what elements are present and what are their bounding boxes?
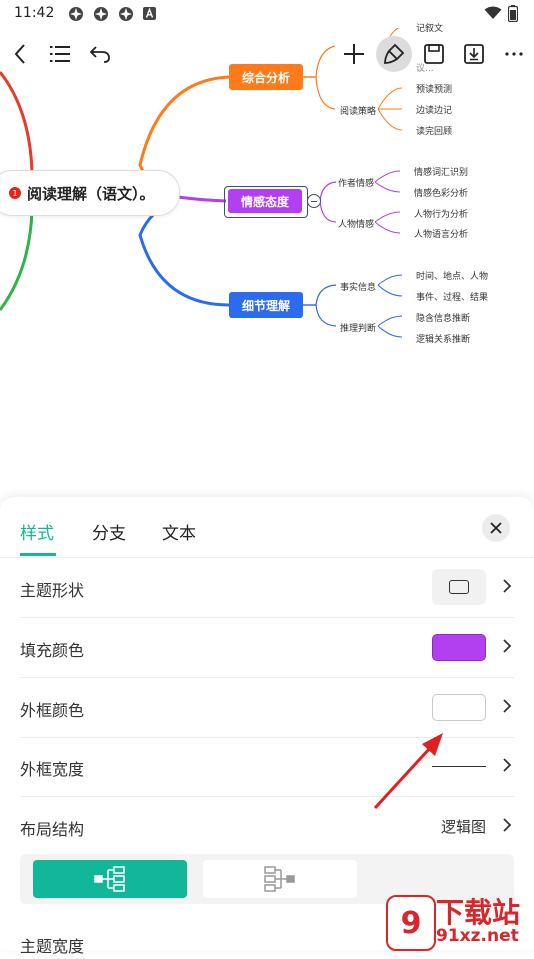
chevron-right-icon (503, 579, 512, 593)
layout-row[interactable]: 布局结构 逻辑图 (20, 797, 514, 856)
save-button[interactable] (416, 36, 452, 72)
rect-shape-icon (449, 580, 469, 594)
back-button[interactable] (2, 36, 38, 72)
wifi-icon (484, 6, 502, 19)
paint-brush-icon (384, 43, 405, 64)
undo-button[interactable] (82, 36, 118, 72)
subtopic-label[interactable]: 事实信息 (340, 280, 376, 293)
outline-button[interactable] (42, 36, 78, 72)
chevron-right-icon (503, 639, 512, 653)
watermark-logo: 9 (386, 895, 436, 951)
leaf-label[interactable]: 情感色彩分析 (414, 186, 468, 199)
priority-icon: 1 (9, 187, 21, 199)
app-notification-icon (119, 7, 133, 21)
mind-map-canvas[interactable]: 1 阅读理解（语文）。 综合分析 情感态度 细节理解 阅读策略 记叙文 议...… (0, 24, 534, 498)
fill-color-label: 填充颜色 (20, 641, 85, 660)
mind-map-connectors (0, 28, 403, 338)
branch-topic-selected[interactable]: 情感态度 (228, 189, 302, 213)
leaf-label[interactable]: 读完回顾 (416, 124, 452, 137)
status-bar: 11:42 (0, 0, 534, 28)
subtopic-label[interactable]: 人物情感 (338, 217, 374, 230)
more-icon (505, 52, 523, 56)
collapse-toggle-icon[interactable] (307, 194, 321, 208)
central-topic[interactable]: 1 阅读理解（语文）。 (0, 170, 180, 216)
leaf-label[interactable]: 预读预测 (416, 82, 452, 95)
border-width-label: 外框宽度 (20, 760, 85, 779)
app-notification-icon (94, 7, 108, 21)
leaf-label[interactable]: 人物行为分析 (414, 207, 468, 220)
chevron-right-icon (503, 758, 512, 772)
more-button[interactable] (496, 36, 532, 72)
close-icon (490, 522, 502, 534)
shape-preview[interactable] (432, 569, 486, 605)
tree-layout-icon (94, 866, 125, 892)
leaf-label[interactable]: 人物语言分析 (414, 227, 468, 240)
border-width-row[interactable]: 外框宽度 (20, 737, 514, 797)
border-color-swatch[interactable] (432, 694, 486, 721)
save-icon (424, 44, 444, 64)
tab-indicator (20, 553, 56, 556)
add-topic-button[interactable] (336, 36, 372, 72)
download-icon (464, 44, 484, 64)
central-topic-label: 阅读理解（语文）。 (27, 184, 155, 203)
border-color-label: 外框颜色 (20, 701, 85, 720)
leaf-label[interactable]: 逻辑关系推断 (416, 332, 470, 345)
layout-value: 逻辑图 (440, 818, 486, 836)
chevron-right-icon (503, 818, 512, 832)
leaf-label[interactable]: 事件、过程、结果 (416, 290, 488, 303)
shape-row[interactable]: 主题形状 (20, 558, 514, 618)
leaf-label[interactable]: 边读边记 (416, 103, 452, 116)
style-button[interactable] (376, 36, 412, 72)
fill-color-row[interactable]: 填充颜色 (20, 618, 514, 678)
watermark-text: 下载站 (436, 896, 521, 929)
a-notification-icon (143, 7, 156, 20)
leaf-label[interactable]: 隐含信息推断 (416, 311, 470, 324)
undo-icon (89, 46, 110, 63)
watermark: 9 下载站 91xz.net (382, 889, 534, 951)
close-button[interactable] (482, 514, 510, 542)
shape-label: 主题形状 (20, 581, 85, 600)
tab-style[interactable]: 样式 (20, 519, 54, 544)
layout-label: 布局结构 (20, 820, 85, 839)
border-color-row[interactable]: 外框颜色 (20, 678, 514, 738)
style-panel: 样式 分支 文本 主题形状 填充颜色 外框颜色 外框宽度 布局结构 逻辑图 主题… (0, 497, 534, 956)
list-icon (50, 46, 70, 62)
branch-topic[interactable]: 细节理解 (229, 292, 303, 318)
plus-icon (344, 44, 364, 64)
subtopic-label[interactable]: 阅读策略 (340, 104, 376, 117)
top-toolbar (0, 34, 534, 74)
app-notification-icon (69, 7, 83, 21)
tab-branch[interactable]: 分支 (92, 519, 126, 544)
subtopic-label[interactable]: 推理判断 (340, 321, 376, 334)
leaf-label[interactable]: 记叙文 (416, 21, 443, 34)
fill-color-swatch[interactable] (432, 634, 486, 661)
layout-option-logic-left[interactable] (203, 860, 357, 898)
export-button[interactable] (456, 36, 492, 72)
leaf-label[interactable]: 时间、地点、人物 (416, 269, 488, 282)
leaf-label[interactable]: 情感词汇识别 (414, 165, 468, 178)
tree-layout-icon (264, 866, 295, 892)
chevron-left-icon (14, 44, 25, 64)
status-time: 11:42 (14, 5, 55, 21)
layout-option-logic-right[interactable] (33, 860, 187, 898)
border-width-preview (432, 766, 486, 767)
watermark-url: 91xz.net (436, 926, 519, 946)
battery-icon (508, 5, 518, 22)
chevron-right-icon (503, 699, 512, 713)
topic-width-label: 主题宽度 (20, 937, 85, 956)
subtopic-label[interactable]: 作者情感 (338, 176, 374, 189)
tab-text[interactable]: 文本 (162, 519, 196, 544)
